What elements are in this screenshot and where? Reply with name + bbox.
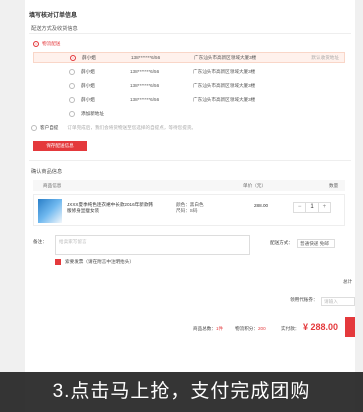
delivery-method-select[interactable]: 普通快递 免邮 (297, 239, 335, 248)
product-price: 288.00 (254, 203, 269, 208)
order-page: 填写核对订单信息 配送方式及收货信息 物流配送 ⚲ 寄送至: 薛小姐 138**… (25, 0, 355, 412)
express-option[interactable]: 物流配送 (33, 41, 60, 47)
self-pickup-option[interactable]: 客户自提 订单完成后，我们会将货物送至您选择的自提点，等待您提货。 (31, 125, 196, 131)
invoice-checkbox[interactable] (55, 259, 61, 265)
page-title: 填写核对订单信息 (29, 13, 78, 19)
self-pickup-radio[interactable] (31, 125, 37, 131)
product-table-header: 商品信息 单价（元） 数量 (33, 180, 345, 191)
address-row-3[interactable]: 薛小姐 138*******6/56 广东汕头市高新区领域大厦3楼 (33, 80, 345, 91)
address-radio[interactable] (69, 96, 75, 103)
note-label: 备注： (33, 239, 47, 244)
quantity-value[interactable]: 1 (306, 203, 319, 212)
product-name[interactable]: JXXX夏季纯色连衣裙中长款2016年新款韩版修身显瘦女装 (67, 202, 157, 214)
add-address-row[interactable]: 添加新地址 (33, 108, 345, 119)
caption-banner: 3.点击马上抢，支付完成团购 (0, 372, 363, 412)
divider (29, 160, 351, 161)
delivery-section-title: 配送方式及收货信息 (31, 26, 78, 32)
left-margin (0, 0, 25, 412)
address-row-2[interactable]: 薛小姐 138*******6/56 广东汕头市高新区领域大厦3楼 (33, 66, 345, 77)
address-radio[interactable] (69, 82, 75, 89)
address-radio[interactable] (69, 68, 75, 75)
note-textarea[interactable]: 给卖家写留言 (55, 235, 250, 255)
pickup-code-input[interactable]: 请输入 (321, 297, 355, 306)
self-pickup-note: 订单完成后，我们会将货物送至您选择的自提点，等待您提货。 (67, 125, 197, 130)
invoice-label: 索要发票（请在附言中注明抬头） (65, 259, 134, 264)
minus-icon[interactable]: − (294, 203, 307, 212)
default-address-label: 默认收货地址 (311, 54, 339, 60)
save-delivery-button[interactable]: 保存配送信息 (33, 141, 87, 151)
address-radio[interactable] (70, 54, 76, 61)
buy-now-button[interactable] (345, 317, 355, 337)
confirm-section-title: 确认商品信息 (31, 169, 63, 175)
address-row-1[interactable]: 薛小姐 138*******6/56 广东汕头市高新区领域大厦3楼 默认收货地址 (33, 52, 345, 63)
total-label: 总计 (343, 279, 353, 284)
pay-label: 实付款： (281, 326, 300, 331)
product-thumbnail[interactable] (38, 199, 62, 223)
goods-count: 商品总数：1件 (193, 326, 224, 331)
address-radio[interactable] (69, 110, 75, 117)
quantity-stepper[interactable]: − 1 + (293, 202, 331, 213)
plus-icon[interactable]: + (319, 203, 330, 212)
delivery-method-label: 配送方式： (270, 240, 293, 245)
pickup-code-label: 领用代账券： (290, 297, 318, 302)
divider (29, 33, 351, 34)
product-spec: 颜色：黑白色 尺码：S码 (176, 202, 204, 213)
pay-amount: ¥ 288.00 (303, 322, 339, 332)
shipping-points: 物流积分：200 (235, 326, 266, 331)
address-row-4[interactable]: 薛小姐 138*******6/56 广东汕头市高新区领域大厦3楼 (33, 94, 345, 105)
express-radio[interactable] (33, 41, 39, 47)
